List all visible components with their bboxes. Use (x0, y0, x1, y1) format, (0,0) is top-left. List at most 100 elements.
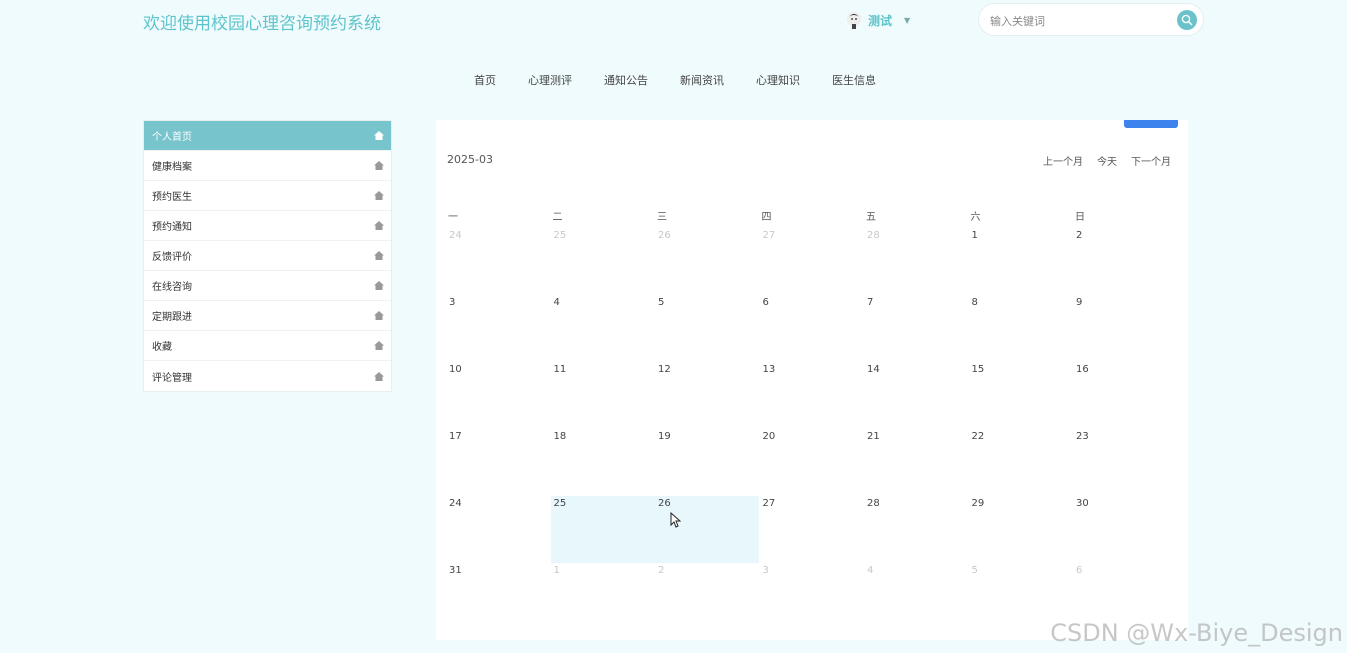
calendar-day-cell[interactable]: 8 (969, 295, 1073, 362)
sidebar-item-label: 反馈评价 (152, 252, 192, 263)
calendar-day-cell[interactable]: 28 (864, 228, 968, 295)
weekday-label: 一 (448, 212, 458, 223)
sidebar-item-feedback[interactable]: 反馈评价 (144, 241, 391, 271)
calendar-day-cell[interactable]: 1 (551, 563, 655, 630)
calendar-day-cell[interactable]: 25 (550, 496, 655, 563)
calendar-day-cell[interactable]: 15 (969, 362, 1073, 429)
user-name[interactable]: 测试 (868, 12, 892, 29)
calendar-day-cell[interactable]: 12 (655, 362, 759, 429)
search-input[interactable] (988, 11, 1172, 31)
calendar-day-cell[interactable]: 27 (760, 228, 864, 295)
calendar-day-number: 21 (867, 431, 880, 442)
sidebar-item-label: 评论管理 (152, 372, 192, 384)
calendar-day-cell[interactable]: 25 (551, 228, 655, 295)
calendar-day-cell[interactable]: 14 (864, 362, 968, 429)
nav-item-knowledge[interactable]: 心理知识 (740, 72, 816, 90)
sidebar-item-label: 在线咨询 (152, 282, 192, 293)
calendar-day-number: 24 (449, 230, 462, 241)
calendar-day-cell[interactable]: 24 (446, 228, 550, 295)
site-title: 欢迎使用校园心理咨询预约系统 (143, 14, 381, 34)
calendar-day-cell[interactable]: 9 (1073, 295, 1177, 362)
calendar-day-cell[interactable]: 2 (1073, 228, 1177, 295)
calendar-day-number: 7 (867, 297, 874, 308)
calendar-day-cell[interactable]: 16 (1073, 362, 1177, 429)
nav-item-home[interactable]: 首页 (458, 72, 512, 90)
sidebar-item-label: 个人首页 (152, 132, 192, 143)
calendar-day-number: 10 (449, 364, 462, 375)
home-icon (374, 131, 384, 140)
calendar-day-cell[interactable]: 30 (1073, 496, 1177, 563)
calendar-day-cell[interactable]: 1 (969, 228, 1073, 295)
calendar-day-number: 3 (762, 565, 769, 576)
calendar-day-number: 27 (762, 498, 776, 509)
weekday-label: 二 (552, 212, 563, 223)
weekday-label: 日 (1075, 212, 1085, 223)
calendar-day-cell[interactable]: 18 (551, 429, 655, 496)
calendar-day-number: 26 (658, 498, 671, 509)
calendar-day-number: 6 (1076, 565, 1083, 576)
calendar-tab[interactable] (1124, 120, 1178, 128)
search-box (978, 3, 1204, 36)
calendar-day-cell[interactable]: 4 (551, 295, 655, 362)
calendar-day-cell[interactable]: 11 (551, 362, 655, 429)
mouse-cursor-icon (670, 512, 681, 528)
calendar-day-cell[interactable]: 27 (760, 496, 864, 563)
sidebar-item-label: 健康档案 (152, 162, 192, 173)
nav-item-psych-test[interactable]: 心理测评 (512, 72, 588, 90)
calendar-day-cell[interactable]: 3 (446, 295, 550, 362)
calendar-day-number: 4 (553, 297, 560, 308)
home-icon (374, 281, 384, 290)
calendar-day-cell[interactable]: 2 (655, 563, 759, 630)
calendar-day-cell[interactable]: 24 (446, 496, 550, 563)
nav-item-news[interactable]: 新闻资讯 (664, 72, 740, 90)
calendar-day-cell[interactable]: 29 (969, 496, 1073, 563)
sidebar-item-follow-up[interactable]: 定期跟进 (144, 301, 391, 331)
calendar-day-cell[interactable]: 31 (446, 563, 550, 630)
calendar-day-number: 15 (971, 364, 985, 375)
home-icon (374, 371, 384, 381)
calendar-day-cell[interactable]: 6 (760, 295, 864, 362)
calendar-day-cell[interactable]: 22 (969, 429, 1073, 496)
today-button[interactable]: 今天 (1097, 153, 1117, 168)
calendar-day-cell[interactable]: 7 (864, 295, 968, 362)
calendar-day-number: 5 (658, 297, 665, 308)
calendar-day-cell[interactable]: 19 (655, 429, 759, 496)
next-month-button[interactable]: 下一个月 (1131, 153, 1171, 168)
weekday-label: 四 (761, 212, 772, 223)
calendar-day-number: 20 (762, 431, 776, 442)
sidebar-item-health-records[interactable]: 健康档案 (144, 151, 391, 181)
calendar-day-number: 3 (449, 297, 456, 308)
calendar-day-number: 22 (971, 431, 985, 442)
calendar-day-cell[interactable]: 21 (864, 429, 968, 496)
calendar-day-cell[interactable]: 17 (446, 429, 550, 496)
sidebar-item-book-doctor[interactable]: 预约医生 (144, 181, 391, 211)
calendar-day-cell[interactable]: 26 (655, 228, 759, 295)
sidebar-item-appointment-notices[interactable]: 预约通知 (144, 211, 391, 241)
nav-item-doctors[interactable]: 医生信息 (816, 72, 892, 90)
calendar-day-cell[interactable]: 3 (760, 563, 864, 630)
calendar-day-cell[interactable]: 23 (1073, 429, 1177, 496)
sidebar-item-online-consult[interactable]: 在线咨询 (144, 271, 391, 301)
chevron-down-icon[interactable]: ▼ (904, 16, 910, 25)
sidebar-item-favorites[interactable]: 收藏 (144, 331, 391, 361)
calendar-day-cell[interactable]: 26 (655, 496, 759, 563)
calendar-day-number: 14 (867, 364, 880, 375)
nav-item-notices[interactable]: 通知公告 (588, 72, 664, 90)
calendar-day-cell[interactable]: 4 (864, 563, 968, 630)
search-button[interactable] (1177, 10, 1197, 30)
calendar-day-cell[interactable]: 28 (864, 496, 968, 563)
calendar-day-cell[interactable]: 5 (655, 295, 759, 362)
sidebar-item-personal-home[interactable]: 个人首页 (144, 121, 391, 151)
user-menu[interactable]: 测试 ▼ (846, 10, 910, 30)
calendar-day-number: 28 (867, 498, 880, 509)
sidebar-item-comments[interactable]: 评论管理 (144, 361, 391, 391)
calendar-day-number: 6 (762, 297, 769, 308)
calendar-day-cell[interactable]: 20 (760, 429, 864, 496)
calendar-day-cell[interactable]: 10 (446, 362, 550, 429)
calendar-day-number: 4 (867, 565, 874, 576)
prev-month-button[interactable]: 上一个月 (1043, 153, 1083, 168)
calendar-day-cell[interactable]: 13 (760, 362, 864, 429)
calendar-day-number: 25 (553, 230, 567, 241)
calendar-day-number: 2 (1076, 230, 1083, 241)
search-icon (1181, 14, 1193, 26)
